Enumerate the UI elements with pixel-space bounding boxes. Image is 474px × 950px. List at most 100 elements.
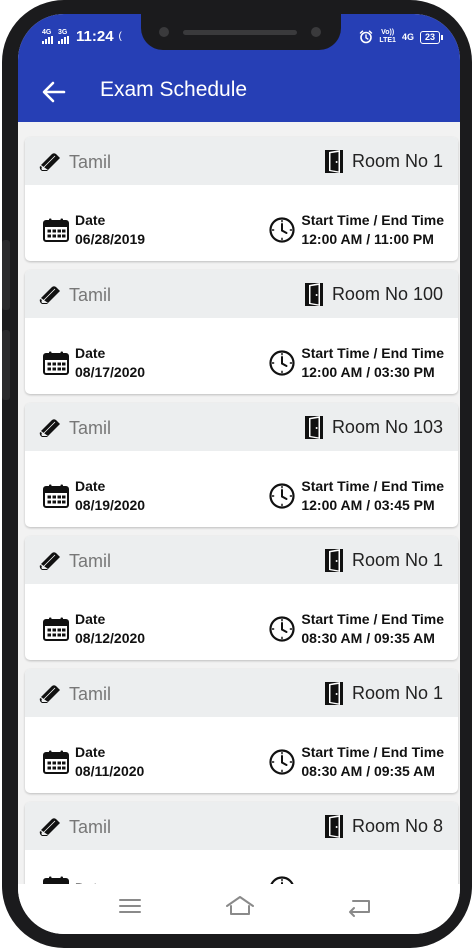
time-value: 12:00 AM / 03:45 PM: [301, 497, 435, 513]
time-label: Start Time / End Time: [301, 478, 444, 494]
exam-room-label: Room No 103: [331, 417, 443, 437]
exam-subject: Tamil: [69, 817, 112, 837]
date-value: 08/17/2020: [75, 364, 146, 380]
proximity-sensor-icon: [311, 27, 321, 37]
exam-time: Start Time / End Time: [269, 876, 444, 884]
status-bar: 4G 3G 11:24 (Vo)) LTE1 4G 23: [18, 14, 460, 62]
exam-date: Date 06/28/2019: [43, 211, 145, 249]
exam-room: Room No 1: [324, 681, 443, 706]
date-label: Date: [75, 212, 106, 228]
system-nav-bar: [18, 884, 460, 934]
clock-icon: [269, 616, 295, 642]
home-icon: [226, 896, 254, 915]
exam-card-header: Tamil Room No 1: [25, 669, 458, 717]
exam-date: Date 08/11/2020: [43, 743, 144, 781]
arrow-left-icon: [42, 81, 66, 103]
battery-level: 23: [424, 31, 435, 42]
status-left: 4G 3G 11:24 (: [42, 28, 122, 45]
exam-date: Date: [43, 876, 105, 884]
battery-icon: 23: [419, 30, 444, 44]
front-camera-icon: [159, 27, 169, 37]
exam-subject: Tamil: [69, 152, 112, 172]
volte-indicator: Vo)) LTE1: [379, 29, 396, 44]
exam-room: Room No 1: [324, 548, 443, 573]
data-network: 4G: [401, 32, 414, 42]
exam-date: Date 08/19/2020: [43, 477, 145, 515]
screen: 4G 3G 11:24 (Vo)) LTE1 4G 23 Exam Sched…: [18, 14, 460, 934]
sim2-signal-icon: 3G: [58, 29, 69, 44]
menu-button[interactable]: [115, 894, 145, 918]
exam-card-header: Tamil Room No 1: [25, 137, 458, 185]
status-notification-glyph: (: [118, 31, 122, 42]
time-label: Start Time / End Time: [301, 611, 444, 627]
book-icon: [38, 417, 62, 439]
exam-subject: Tamil: [69, 418, 112, 438]
calendar-icon: [43, 484, 69, 508]
date-value: 08/12/2020: [75, 630, 146, 646]
camera-notch: [141, 14, 341, 50]
book-icon: [38, 683, 62, 705]
sim1-signal-icon: 4G: [42, 29, 53, 44]
book-icon: [38, 816, 62, 838]
date-value: 08/19/2020: [75, 497, 146, 513]
date-label: Date: [75, 345, 106, 361]
time-value: 12:00 AM / 11:00 PM: [301, 231, 434, 247]
exam-card[interactable]: Tamil Room No 1 Date 06/28/2019 Start Time /…: [25, 137, 458, 261]
exam-card[interactable]: Tamil Room No 100 Date 08/17/2020 Start Time…: [25, 270, 458, 394]
exam-date: Date 08/17/2020: [43, 344, 145, 382]
calendar-icon: [43, 876, 69, 884]
exam-card[interactable]: Tamil Room No 103 Date 08/19/2020 Start Time…: [25, 403, 458, 527]
exam-room: Room No 8: [324, 814, 443, 839]
time-label: Start Time / End Time: [301, 744, 444, 760]
exam-card-header: Tamil Room No 8: [25, 802, 458, 850]
exam-room-label: Room No 100: [331, 284, 443, 304]
status-time: 11:24: [76, 28, 114, 45]
home-button[interactable]: [225, 894, 255, 918]
exam-card-header: Tamil Room No 103: [25, 403, 458, 451]
exam-date: Date 08/12/2020: [43, 610, 145, 648]
door-icon: [304, 282, 324, 307]
door-icon: [324, 149, 344, 174]
sim2-network: 3G: [58, 29, 68, 36]
exam-card[interactable]: Tamil Room No 1 Date 08/12/2020 Start Time /…: [25, 536, 458, 660]
door-icon: [324, 814, 344, 839]
door-icon: [304, 415, 324, 440]
phone-frame: 4G 3G 11:24 (Vo)) LTE1 4G 23 Exam Sched…: [2, 0, 472, 948]
exam-time: Start Time / End Time 08:30 AM / 09:35 AM: [269, 743, 444, 781]
book-icon: [38, 284, 62, 306]
calendar-icon: [43, 218, 69, 242]
date-label: Date: [75, 611, 106, 627]
back-nav-icon: [349, 900, 370, 917]
exam-room-label: Room No 1: [351, 550, 443, 570]
date-label: Date: [75, 478, 106, 494]
date-label: Date: [75, 744, 106, 760]
menu-icon: [119, 899, 141, 913]
door-icon: [324, 548, 344, 573]
exam-time: Start Time / End Time 08:30 AM / 09:35 AM: [269, 610, 444, 648]
exam-card[interactable]: Tamil Room No 8 Date Start Time / End Time: [25, 802, 458, 884]
exam-card-header: Tamil Room No 1: [25, 536, 458, 584]
page-title: Exam Schedule: [100, 78, 248, 101]
nav-back-button[interactable]: [345, 894, 375, 918]
date-value: 08/11/2020: [75, 763, 145, 779]
exam-time: Start Time / End Time 12:00 AM / 03:30 PM: [269, 344, 444, 382]
calendar-icon: [43, 750, 69, 774]
time-value: 08:30 AM / 09:35 AM: [301, 630, 435, 646]
exam-room-label: Room No 1: [351, 683, 443, 703]
exam-room: Room No 103: [304, 415, 443, 440]
exam-room-label: Room No 8: [351, 816, 443, 836]
exam-room: Room No 1: [324, 149, 443, 174]
alarm-icon: [360, 30, 373, 44]
exam-card[interactable]: Tamil Room No 1 Date 08/11/2020 Start Time /…: [25, 669, 458, 793]
exam-schedule-list[interactable]: Tamil Room No 1 Date 06/28/2019 Start Time /…: [18, 122, 460, 884]
back-button[interactable]: [38, 76, 70, 108]
time-value: 12:00 AM / 03:30 PM: [301, 364, 435, 380]
earpiece-speaker: [183, 30, 297, 35]
exam-card-header: Tamil Room No 100: [25, 270, 458, 318]
exam-subject: Tamil: [69, 684, 112, 704]
calendar-icon: [43, 351, 69, 375]
side-key-volume-down: [2, 330, 10, 400]
book-icon: [38, 151, 62, 173]
time-label: Start Time / End Time: [301, 345, 444, 361]
sim1-network: 4G: [42, 29, 52, 36]
